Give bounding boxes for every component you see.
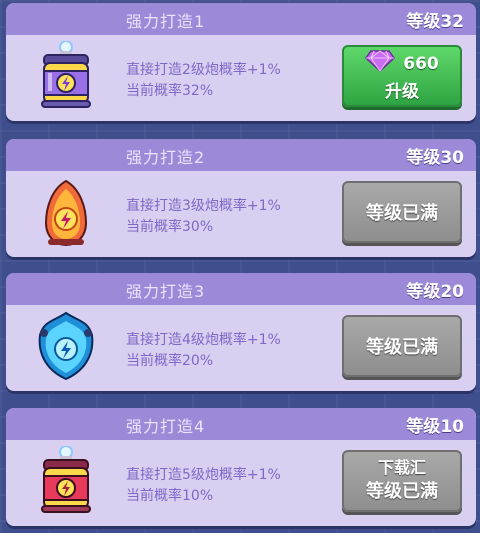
card-header: 强力打造3 等级20 (6, 273, 476, 305)
card-title: 强力打造1 (126, 12, 206, 31)
upgrade-card-2: 强力打造2 等级30 直接打造3级炮概率+1% 当前概率30% 等级已满 (6, 139, 476, 257)
upgrade-card-4: 强力打造4 等级10 直接打造5级炮概率+1% 当前概率10% 下载汇 等级已满 (6, 408, 476, 526)
card-probability: 当前概率32% (126, 83, 214, 99)
upgrade-button[interactable]: 660 升级 (342, 45, 462, 107)
card-description: 直接打造3级炮概率+1% (126, 198, 281, 214)
lightning-battery-icon (34, 40, 98, 113)
maxed-label: 等级已满 (366, 337, 438, 358)
maxed-label: 等级已满 (366, 203, 438, 224)
lightning-battery-red-icon (34, 445, 98, 518)
maxed-button[interactable]: 等级已满 (342, 315, 462, 377)
maxed-button[interactable]: 等级已满 (342, 181, 462, 243)
card-level: 等级30 (406, 148, 464, 168)
card-title: 强力打造3 (126, 282, 206, 301)
upgrade-card-1: 强力打造1 等级32 直接打造2级炮概率+1% 当前概率32% 660 升级 (6, 3, 476, 121)
card-header: 强力打造4 等级10 (6, 408, 476, 440)
upgrade-cost: 660 (365, 50, 439, 77)
card-probability: 当前概率10% (126, 488, 214, 504)
card-title: 强力打造4 (126, 417, 206, 436)
card-description: 直接打造2级炮概率+1% (126, 62, 281, 78)
card-probability: 当前概率30% (126, 219, 214, 235)
card-header: 强力打造1 等级32 (6, 3, 476, 35)
maxed-label: 等级已满 (366, 481, 438, 502)
card-level: 等级32 (406, 12, 464, 32)
upgrade-label: 升级 (385, 82, 419, 102)
card-title: 强力打造2 (126, 148, 206, 167)
card-probability: 当前概率20% (126, 353, 214, 369)
card-description: 直接打造4级炮概率+1% (126, 332, 281, 348)
watermark-text: 下载汇 (377, 458, 426, 477)
upgrade-card-3: 强力打造3 等级20 直接打造4级炮概率+1% 当前概率20% 等级已满 (6, 273, 476, 391)
lightning-egg-icon (34, 177, 98, 249)
gem-icon (365, 50, 396, 77)
card-level: 等级20 (406, 282, 464, 302)
card-description: 直接打造5级炮概率+1% (126, 467, 281, 483)
card-header: 强力打造2 等级30 (6, 139, 476, 171)
card-level: 等级10 (406, 417, 464, 437)
maxed-button[interactable]: 下载汇 等级已满 (342, 450, 462, 512)
lightning-shield-icon (34, 311, 98, 383)
cost-value: 660 (403, 53, 439, 74)
